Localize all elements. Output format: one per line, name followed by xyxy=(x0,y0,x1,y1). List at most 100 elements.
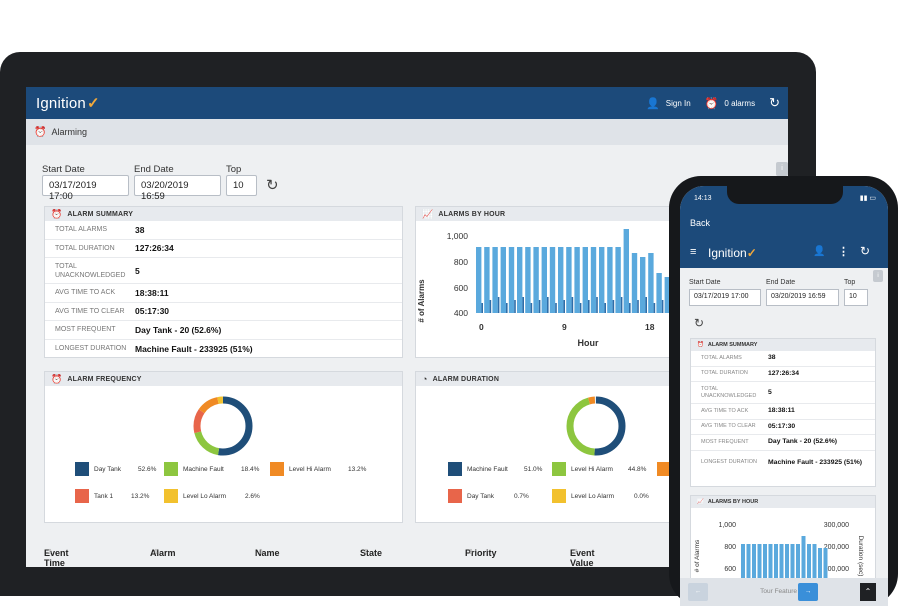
user-icon[interactable]: 👤 xyxy=(813,246,825,257)
hour-duration-bar xyxy=(506,303,508,313)
panel-title: ALARMS BY HOUR xyxy=(707,499,759,505)
hour-duration-bar xyxy=(538,300,541,313)
hour-bar xyxy=(582,247,588,313)
alarms-count[interactable]: 0 alarms xyxy=(724,99,755,108)
summary-row: LONGEST DURATION Machine Fault - 233925 (… xyxy=(45,340,402,359)
legend-pct: 2.6% xyxy=(245,493,260,500)
hour-bar xyxy=(541,247,547,313)
frequency-donut-chart xyxy=(193,396,253,456)
page-title-bar: ⏰ Alarming xyxy=(26,119,788,145)
hour-bar xyxy=(500,247,506,313)
legend-item: Tank 1 xyxy=(75,489,113,503)
start-date-input[interactable]: 03/17/2019 17:00 xyxy=(42,175,129,202)
sign-in-link[interactable]: Sign In xyxy=(666,99,691,108)
hour-duration-bar xyxy=(547,297,549,313)
user-icon[interactable]: 👤 xyxy=(646,97,660,110)
phone-status-bar: 14:13 ▮▮ ▭ xyxy=(680,186,888,212)
hour-bar xyxy=(525,247,531,313)
menu-icon[interactable]: ≡ xyxy=(690,246,696,258)
summary-label: TOTAL ALARMS xyxy=(55,226,107,234)
refresh-icon[interactable]: ↻ xyxy=(769,95,780,111)
legend-pct: 0.7% xyxy=(514,493,529,500)
hour-duration-bar xyxy=(653,303,656,313)
hour-duration-bar xyxy=(489,300,492,313)
hour-bar xyxy=(549,247,556,313)
summary-row: LONGEST DURATION Machine Fault - 233925 (… xyxy=(701,458,863,466)
refresh-button[interactable]: ↻ xyxy=(694,316,704,330)
hour-bar xyxy=(648,253,654,313)
hour-duration-bar xyxy=(604,303,606,313)
panel-header: 📈 ALARMS BY HOUR xyxy=(416,207,674,221)
more-icon[interactable]: ⋮ xyxy=(838,245,849,258)
summary-value: 18:38:11 xyxy=(135,287,169,298)
hour-bar xyxy=(607,247,613,313)
summary-row: TOTAL ALARMS 38 xyxy=(45,221,402,240)
y-tick: 400 xyxy=(454,308,468,318)
summary-value: Day Tank - 20 (52.6%) xyxy=(135,324,222,335)
summary-row: AVG TIME TO CLEAR 05:17:30 xyxy=(45,303,402,321)
hour-bar xyxy=(631,253,638,313)
hour-bar xyxy=(476,247,482,313)
top-input[interactable]: 10 xyxy=(226,175,257,196)
summary-row: AVG TIME TO ACK 18:38:11 xyxy=(691,404,875,420)
summary-row: MOST FREQUENT Day Tank - 20 (52.6%) xyxy=(45,321,402,340)
ignition-logo[interactable]: Ignition✓ xyxy=(36,94,100,112)
tour-bar: ← Tour Feature 1/5 → ⌃ xyxy=(680,578,888,606)
pie-chart-icon: ◔ xyxy=(422,374,428,384)
alarms-by-hour-panel: 📈 ALARMS BY HOUR # of Alarms 1,000 800 6… xyxy=(415,206,675,358)
end-date-input[interactable]: 03/20/2019 16:59 xyxy=(134,175,221,202)
alarm-clock-icon[interactable]: ⏰ xyxy=(705,97,719,110)
hour-duration-bar xyxy=(596,297,598,313)
legend-pct: 44.8% xyxy=(628,466,647,473)
hour-duration-bar xyxy=(579,303,582,313)
alarm-clock-icon: ⏰ xyxy=(697,342,704,348)
tour-next-button[interactable]: → xyxy=(798,583,818,601)
hour-bar xyxy=(517,247,523,313)
summary-value: Machine Fault - 233925 (51%) xyxy=(135,343,253,354)
ignition-logo[interactable]: Ignition✓ xyxy=(708,246,757,260)
info-tab[interactable]: i xyxy=(873,270,883,282)
end-date-input[interactable]: 03/20/2019 16:59 xyxy=(766,289,839,306)
summary-row: AVG TIME TO CLEAR 05:17:30 xyxy=(691,420,875,435)
hour-duration-bar xyxy=(497,297,500,313)
summary-label: AVG TIME TO CLEAR xyxy=(55,307,125,315)
hour-bar xyxy=(640,257,646,313)
legend-item: Level Hi Alarm xyxy=(270,462,331,476)
phone-app-header: ≡ Ignition✓ 👤 ⋮ ↻ xyxy=(680,238,888,268)
hour-duration-bar xyxy=(563,300,565,313)
hour-duration-bar xyxy=(661,300,664,313)
phone-screen: 14:13 ▮▮ ▭ Back ≡ Ignition✓ 👤 ⋮ ↻ Start … xyxy=(680,186,888,606)
hour-bar xyxy=(599,247,605,313)
page-title: Alarming xyxy=(51,127,87,137)
alarms-by-hour-chart: # of Alarms 1,000 800 600 400 0 9 18 Hou… xyxy=(417,229,672,348)
legend-item: Day Tank xyxy=(448,489,494,503)
summary-row: TOTAL ALARMS 38 xyxy=(691,351,875,367)
header-actions: 👤 Sign In ⏰ 0 alarms ↻ xyxy=(646,95,780,111)
summary-value: 5 xyxy=(135,265,140,276)
alarm-summary-panel: ⏰ ALARM SUMMARY TOTAL ALARMS 38 TOTAL DUR… xyxy=(44,206,403,358)
y-axis-label: # of Alarms xyxy=(417,279,426,323)
y-tick: 800 xyxy=(454,257,468,267)
back-button[interactable]: Back xyxy=(680,212,888,238)
start-date-input[interactable]: 03/17/2019 17:00 xyxy=(689,289,761,306)
info-tab[interactable]: i xyxy=(776,162,788,176)
y-tick: 600 xyxy=(724,566,736,573)
summary-value: 38 xyxy=(135,224,145,235)
line-chart-icon: 📈 xyxy=(697,499,704,505)
alarm-clock-icon: ⏰ xyxy=(51,373,63,384)
top-input[interactable]: 10 xyxy=(844,289,868,306)
hour-bar xyxy=(566,247,572,313)
legend-item: Level Hi Alarm xyxy=(552,462,613,476)
panel-title: ALARM SUMMARY xyxy=(707,342,758,348)
refresh-button[interactable]: ↻ xyxy=(266,176,279,194)
refresh-icon[interactable]: ↻ xyxy=(860,244,870,258)
hour-duration-bar xyxy=(555,303,557,313)
summary-row: TOTAL DURATION 127:26:34 xyxy=(691,367,875,382)
hour-bar xyxy=(484,247,490,313)
alarm-frequency-panel: ⏰ ALARM FREQUENCY Day Tank 52.6% Machine… xyxy=(44,371,403,523)
x-tick: 9 xyxy=(562,322,567,332)
y-tick: 800 xyxy=(724,544,736,551)
collapse-icon[interactable]: ⌃ xyxy=(860,583,876,601)
summary-row: AVG TIME TO ACK 18:38:11 xyxy=(45,284,402,303)
tour-label: Tour Feature 1/5 xyxy=(760,588,808,595)
